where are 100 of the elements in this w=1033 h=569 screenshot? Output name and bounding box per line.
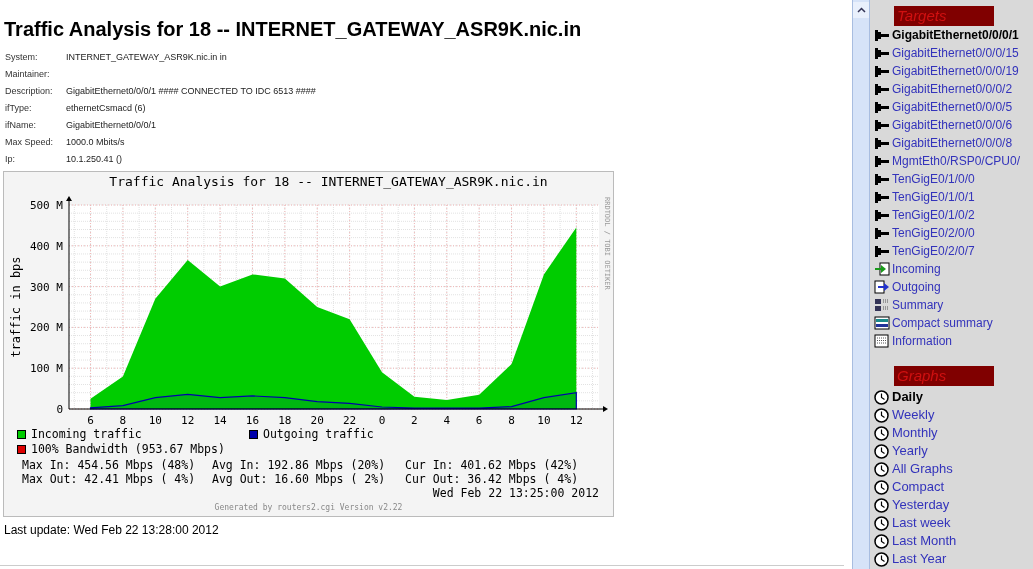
graph-link[interactable]: Compact [892, 477, 945, 497]
graph-link[interactable]: Yearly [892, 441, 928, 461]
summary-icon [874, 298, 890, 312]
info-label: Max Speed: [5, 135, 55, 149]
graph-link[interactable]: Last Month [892, 531, 957, 551]
info-value: 1000.0 Mbits/s [66, 135, 125, 149]
section-heading: Graphs [894, 366, 994, 386]
graph-link[interactable]: Last week [892, 513, 951, 533]
graph-title: Traffic Analysis for 18 -- INTERNET_GATEWAY_ASR9K.nic.in [108, 173, 549, 191]
x-tick-label: 8 [508, 414, 515, 427]
info-value: INTERNET_GATEWAY_ASR9K.nic.in in [66, 50, 227, 64]
target-link[interactable]: GigabitEthernet0/0/0/6 [892, 116, 1013, 134]
graph-link[interactable]: Weekly [892, 405, 935, 425]
x-tick-label: 18 [278, 414, 292, 427]
target-link[interactable]: MgmtEth0/RSP0/CPU0/ [892, 152, 1021, 170]
target-link[interactable]: GigabitEthernet0/0/0/1 [892, 26, 1019, 44]
target-link[interactable]: Outgoing [892, 278, 941, 296]
plug-icon [874, 28, 890, 42]
y-tick-label: 500 M [29, 199, 63, 212]
plug-icon [874, 46, 890, 60]
target-link[interactable]: GigabitEthernet0/0/0/19 [892, 62, 1019, 80]
clock-icon [874, 551, 889, 567]
info-label: ifName: [5, 118, 37, 132]
last-update: Last update: Wed Feb 22 13:28:00 2012 [4, 522, 220, 539]
info-label: Description: [5, 84, 54, 98]
target-link[interactable]: TenGigE0/2/0/0 [892, 224, 975, 242]
x-tick-label: 4 [443, 414, 451, 427]
target-link[interactable]: Incoming [892, 260, 941, 278]
x-tick-label: 12 [569, 414, 583, 427]
x-tick-label: 10 [537, 414, 551, 427]
y-tick-label: 0 [56, 403, 63, 416]
y-tick-label: 300 M [29, 280, 63, 294]
info-value: GigabitEthernet0/0/0/1 #### CONNECTED TO IDC 6513 #### [66, 84, 316, 98]
clock-icon [874, 533, 889, 549]
y-axis-label: traffic in bps [9, 256, 23, 358]
stat-text: Cur In: 401.62 Mbps (42%) [405, 458, 580, 472]
plug-icon [874, 244, 890, 258]
x-tick-label: 12 [181, 414, 195, 427]
clock-icon [874, 407, 889, 423]
target-link[interactable]: TenGigE0/1/0/0 [892, 170, 975, 188]
section-heading: Targets [894, 6, 994, 26]
plug-icon [874, 82, 890, 96]
x-tick-label: 8 [119, 414, 127, 427]
y-tick-label: 100 M [29, 362, 63, 376]
document-icon [874, 334, 890, 348]
x-tick-label: 6 [475, 414, 483, 427]
info-value: ethernetCsmacd (6) [66, 101, 146, 115]
x-tick-label: 16 [245, 414, 260, 427]
target-link[interactable]: GigabitEthernet0/0/0/15 [892, 44, 1019, 62]
plug-icon [874, 136, 890, 150]
compact-summary-icon [874, 316, 890, 330]
target-link[interactable]: GigabitEthernet0/0/0/5 [892, 98, 1013, 116]
graph-link[interactable]: Daily [892, 387, 924, 407]
plug-icon [874, 100, 890, 114]
arrow-into-box-icon [874, 262, 890, 276]
graph-date: Wed Feb 22 13:25:00 2012 [432, 486, 599, 500]
plug-icon [874, 64, 890, 78]
arrow-out-of-box-icon [874, 280, 890, 294]
x-tick-label: 22 [343, 414, 357, 427]
plug-icon [874, 226, 890, 240]
plug-icon [874, 172, 890, 186]
target-link[interactable]: Information [892, 332, 953, 350]
target-link[interactable]: GigabitEthernet0/0/0/2 [892, 80, 1013, 98]
legend-label: Outgoing traffic [263, 427, 374, 442]
target-link[interactable]: TenGigE0/1/0/1 [892, 188, 975, 206]
stat-text: Max Out: 42.41 Mbps ( 4%) [22, 472, 197, 486]
clock-icon [874, 425, 889, 441]
clock-icon [874, 479, 889, 495]
target-link[interactable]: TenGigE0/2/0/7 [892, 242, 975, 260]
target-link[interactable]: GigabitEthernet0/0/0/8 [892, 134, 1013, 152]
clock-icon [874, 389, 889, 405]
info-value: 10.1.250.41 () [66, 152, 123, 166]
target-link[interactable]: TenGigE0/1/0/2 [892, 206, 975, 224]
plug-icon [874, 154, 890, 168]
graph-link[interactable]: Yesterday [892, 495, 950, 515]
legend-label: 100% Bandwidth (953.67 Mbps) [31, 442, 225, 457]
plug-icon [874, 190, 890, 204]
x-tick-label: 10 [148, 414, 162, 427]
stat-text: Max In: 454.56 Mbps (48%) [22, 458, 197, 472]
clock-icon [874, 497, 889, 513]
graph-link[interactable]: All Graphs [892, 459, 953, 479]
clock-icon [874, 461, 889, 477]
x-tick-label: 6 [87, 414, 94, 427]
clock-icon [874, 443, 889, 459]
target-link[interactable]: Compact summary [892, 314, 993, 332]
x-tick-label: 2 [411, 414, 418, 427]
page-title: Traffic Analysis for 18 -- INTERNET_GATEWAY_ASR9K.nic.in [4, 17, 583, 41]
x-tick-label: 14 [213, 414, 227, 427]
target-link[interactable]: Summary [892, 296, 944, 314]
plug-icon [874, 208, 890, 222]
clock-icon [874, 515, 889, 531]
graph-link[interactable]: Last Year [892, 549, 947, 569]
x-tick-label: 20 [310, 414, 324, 427]
info-value: GigabitEthernet0/0/0/1 [66, 118, 157, 132]
generated-note: Generated by routers2.cgi Version v2.22 [214, 502, 403, 514]
y-tick-label: 400 M [29, 239, 63, 253]
legend-label: Incoming traffic [31, 427, 142, 442]
y-tick-label: 200 M [29, 321, 63, 335]
graph-link[interactable]: Monthly [892, 423, 938, 443]
info-label: System: [5, 50, 39, 64]
